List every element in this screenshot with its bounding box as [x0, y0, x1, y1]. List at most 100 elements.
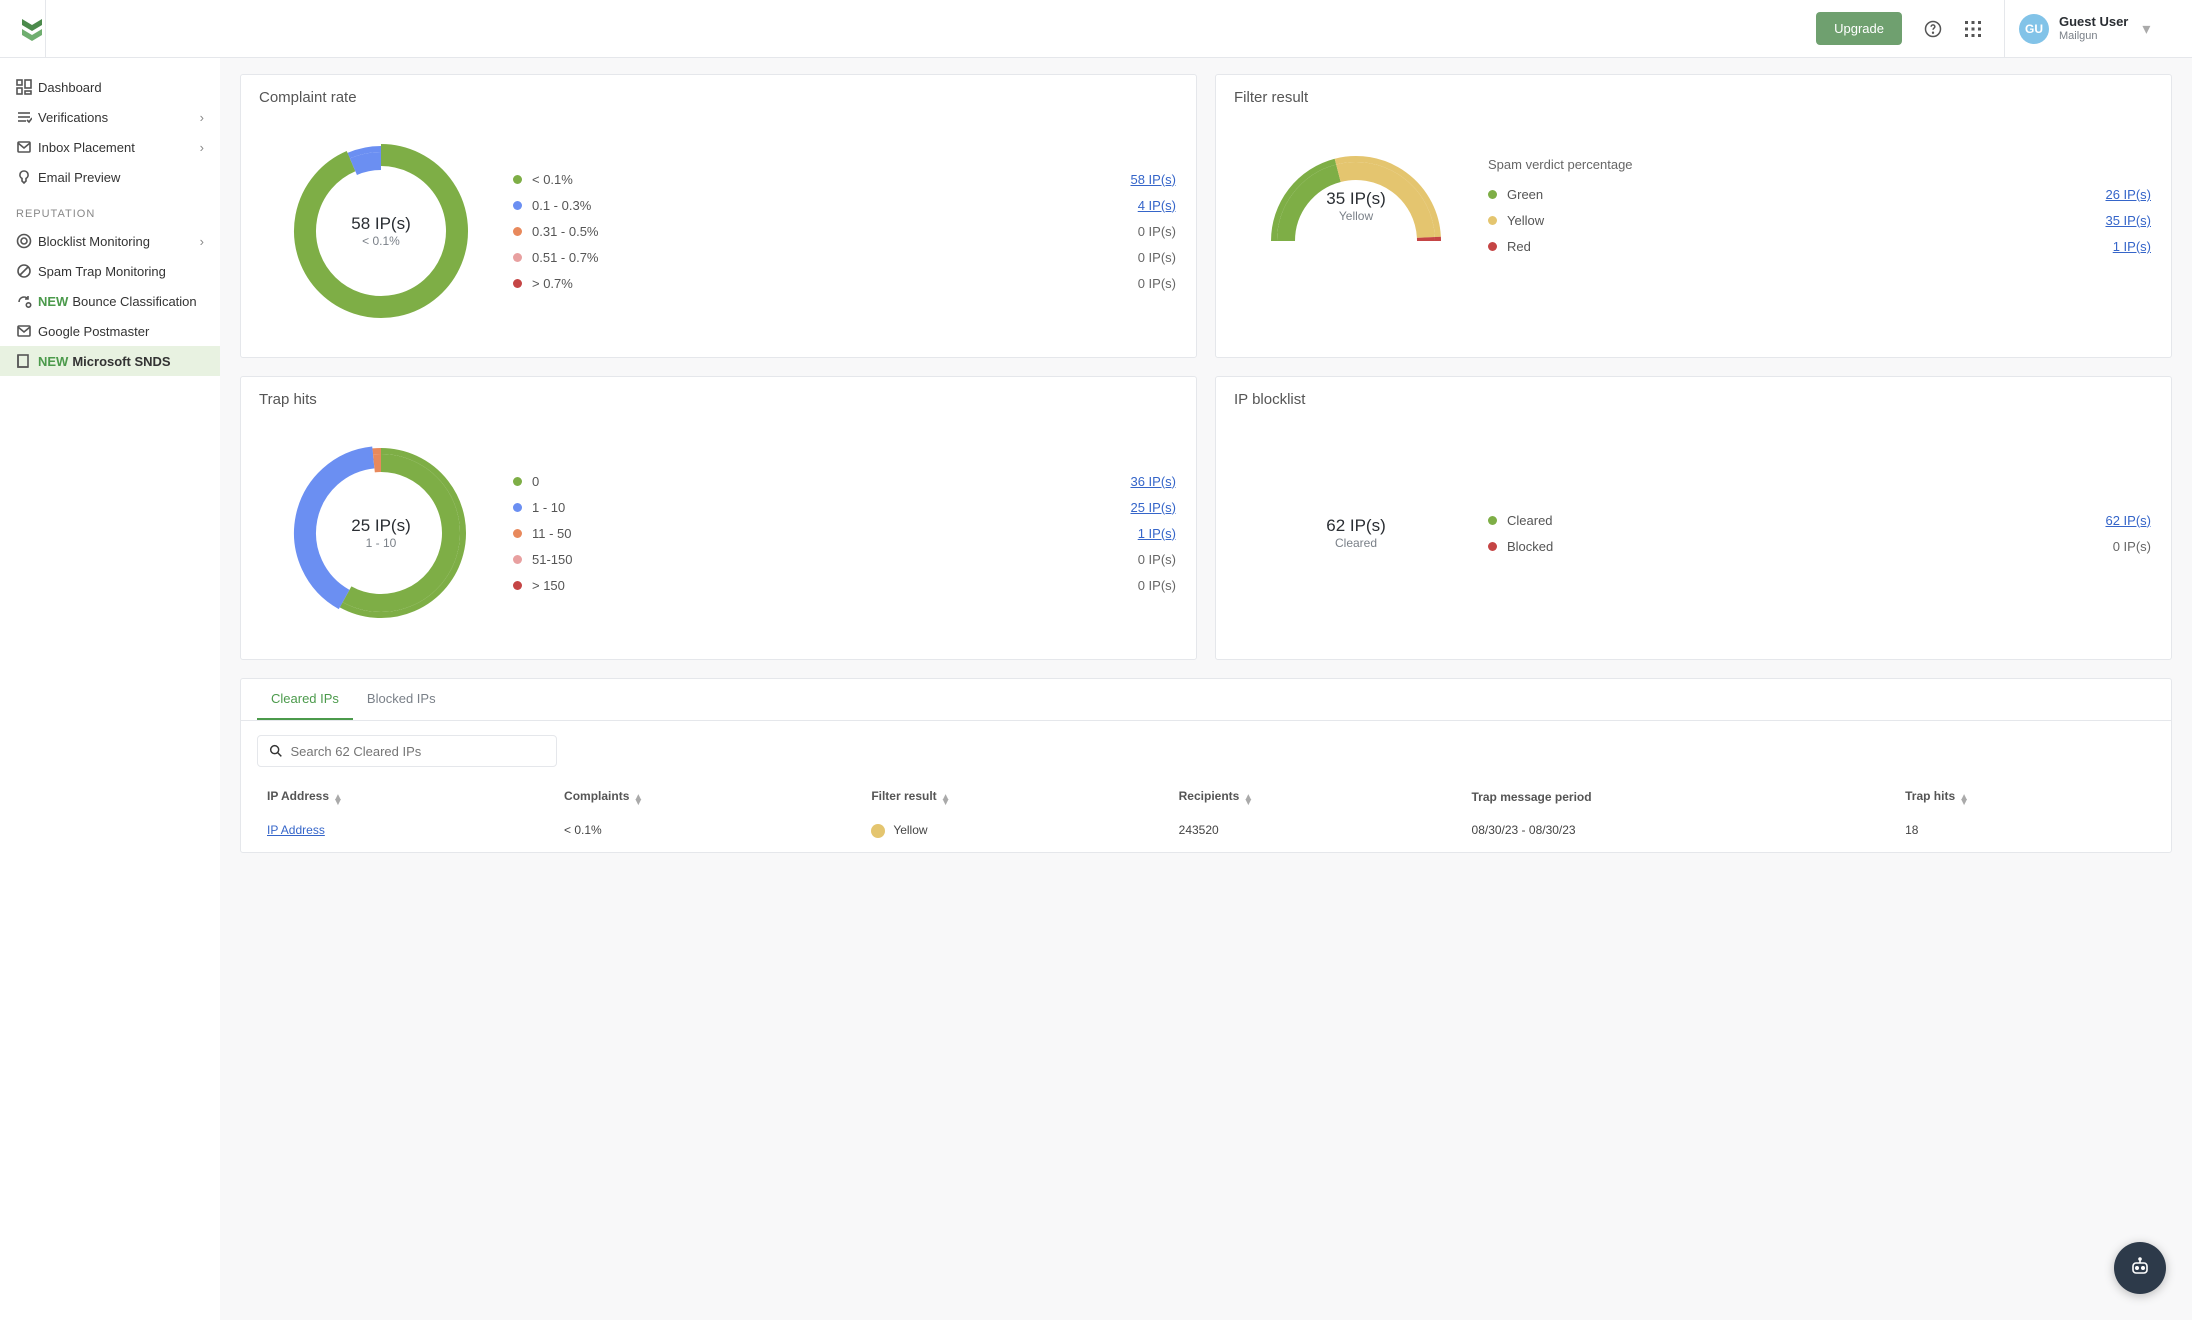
legend-value[interactable]: 1 IP(s): [1138, 526, 1176, 541]
chevron-right-icon: ›: [200, 234, 204, 249]
legend-label: > 150: [532, 578, 1138, 593]
user-account: Mailgun: [2059, 30, 2128, 43]
legend-value[interactable]: 58 IP(s): [1130, 172, 1176, 187]
search-input[interactable]: [257, 735, 557, 767]
user-name: Guest User: [2059, 14, 2128, 30]
chart-center: 58 IP(s)< 0.1%: [351, 214, 411, 248]
legend-row: 0.31 - 0.5%0 IP(s): [513, 218, 1176, 244]
sort-icon[interactable]: ▲▼: [1243, 795, 1253, 805]
mailgun-chevrons-icon: [20, 16, 44, 42]
sidebar-item-label: Dashboard: [38, 80, 102, 95]
legend-label: 0: [532, 474, 1130, 489]
sidebar-item-label: Google Postmaster: [38, 324, 149, 339]
legend-dot-icon: [1488, 242, 1497, 251]
sidebar-item-icon: [16, 139, 38, 155]
app-header: Upgrade GU Guest User Mailgun ▾: [0, 0, 2192, 58]
card-title: Complaint rate: [241, 75, 1196, 121]
brand-logo[interactable]: [0, 0, 46, 58]
card-complaint: Complaint rate58 IP(s)< 0.1%< 0.1%58 IP(…: [240, 74, 1197, 358]
legend-value: 0 IP(s): [1138, 224, 1176, 239]
legend-dot-icon: [513, 201, 522, 210]
new-badge: NEW: [38, 354, 68, 369]
legend-label: Cleared: [1507, 513, 2105, 528]
account-switcher[interactable]: GU Guest User Mailgun ▾: [2004, 0, 2174, 58]
legend-value[interactable]: 36 IP(s): [1130, 474, 1176, 489]
table-row[interactable]: IP Address< 0.1%Yellow24352008/30/23 - 0…: [257, 813, 2155, 848]
legend-label: 0.1 - 0.3%: [532, 198, 1138, 213]
legend-dot-icon: [1488, 216, 1497, 225]
sidebar-item-email-preview[interactable]: Email Preview: [0, 162, 220, 192]
col-complaints[interactable]: Complaints▲▼: [554, 781, 861, 813]
chart-center: 25 IP(s)1 - 10: [351, 516, 411, 550]
sort-icon[interactable]: ▲▼: [1959, 795, 1969, 805]
sidebar-item-label: Email Preview: [38, 170, 120, 185]
sort-icon[interactable]: ▲▼: [333, 795, 343, 805]
sort-icon[interactable]: ▲▼: [633, 795, 643, 805]
legend-label: Blocked: [1507, 539, 2113, 554]
upgrade-button[interactable]: Upgrade: [1816, 12, 1902, 45]
legend-dot-icon: [513, 555, 522, 564]
legend-label: 11 - 50: [532, 526, 1138, 541]
legend-value[interactable]: 35 IP(s): [2105, 213, 2151, 228]
legend-dot-icon: [513, 279, 522, 288]
sidebar-item-icon: [16, 79, 38, 95]
card-trap: Trap hits25 IP(s)1 - 10036 IP(s)1 - 1025…: [240, 376, 1197, 660]
sidebar-item-dashboard[interactable]: Dashboard: [0, 72, 220, 102]
sidebar-item-label: Verifications: [38, 110, 108, 125]
legend-value[interactable]: 25 IP(s): [1130, 500, 1176, 515]
sidebar-item-icon: [16, 169, 38, 185]
legend-row: Green26 IP(s): [1488, 182, 2151, 208]
ip-link[interactable]: IP Address: [267, 823, 325, 837]
support-chat-button[interactable]: [2114, 1242, 2166, 1294]
tab-cleared-ips[interactable]: Cleared IPs: [257, 679, 353, 720]
tab-blocked-ips[interactable]: Blocked IPs: [353, 679, 450, 720]
col-trap-hits[interactable]: Trap hits▲▼: [1895, 781, 2155, 813]
col-recipients[interactable]: Recipients▲▼: [1169, 781, 1462, 813]
sidebar-item-microsoft-snds[interactable]: NEWMicrosoft SNDS: [0, 346, 220, 376]
sidebar-item-blocklist-monitoring[interactable]: Blocklist Monitoring›: [0, 226, 220, 256]
legend-value[interactable]: 4 IP(s): [1138, 198, 1176, 213]
cell-trap-period: 08/30/23 - 08/30/23: [1462, 813, 1896, 848]
legend-value: 0 IP(s): [1138, 276, 1176, 291]
sidebar-item-icon: [16, 263, 38, 279]
legend-value[interactable]: 26 IP(s): [2105, 187, 2151, 202]
sidebar-item-verifications[interactable]: Verifications›: [0, 102, 220, 132]
sidebar-item-spam-trap-monitoring[interactable]: Spam Trap Monitoring: [0, 256, 220, 286]
col-filter[interactable]: Filter result▲▼: [861, 781, 1168, 813]
search-icon: [268, 743, 284, 759]
sort-icon[interactable]: ▲▼: [941, 795, 951, 805]
card-title: IP blocklist: [1216, 377, 2171, 423]
help-icon[interactable]: [1916, 12, 1950, 46]
legend-dot-icon: [513, 253, 522, 262]
legend-label: Yellow: [1507, 213, 2105, 228]
sidebar-item-label: Inbox Placement: [38, 140, 135, 155]
sidebar-item-icon: [16, 323, 38, 339]
legend-dot-icon: [1488, 516, 1497, 525]
sidebar-item-google-postmaster[interactable]: Google Postmaster: [0, 316, 220, 346]
sidebar-item-label: Spam Trap Monitoring: [38, 264, 166, 279]
card-filter: Filter result35 IP(s)YellowSpam verdict …: [1215, 74, 2172, 358]
robot-icon: [2128, 1256, 2152, 1280]
legend-label: > 0.7%: [532, 276, 1138, 291]
legend-dot-icon: [513, 477, 522, 486]
legend-dot-icon: [1488, 190, 1497, 199]
col-ip[interactable]: IP Address▲▼: [257, 781, 554, 813]
legend-label: Red: [1507, 239, 2113, 254]
legend: Cleared62 IP(s)Blocked0 IP(s): [1488, 507, 2151, 559]
legend-value[interactable]: 62 IP(s): [2105, 513, 2151, 528]
legend-row: Red1 IP(s): [1488, 234, 2151, 260]
legend-value[interactable]: 1 IP(s): [2113, 239, 2151, 254]
legend: Spam verdict percentageGreen26 IP(s)Yell…: [1488, 153, 2151, 260]
legend-value: 0 IP(s): [1138, 250, 1176, 265]
legend-title: Spam verdict percentage: [1488, 157, 2151, 172]
legend-label: Green: [1507, 187, 2105, 202]
col-trap-period: Trap message period: [1462, 781, 1896, 813]
sidebar-item-inbox-placement[interactable]: Inbox Placement›: [0, 132, 220, 162]
sidebar-item-bounce-classification[interactable]: NEWBounce Classification: [0, 286, 220, 316]
card-block: IP blocklist62 IP(s)ClearedCleared62 IP(…: [1215, 376, 2172, 660]
sidebar-group-header: REPUTATION: [0, 192, 220, 226]
apps-grid-icon[interactable]: [1956, 12, 1990, 46]
search-field[interactable]: [288, 743, 546, 760]
new-badge: NEW: [38, 294, 68, 309]
legend-label: 0.51 - 0.7%: [532, 250, 1138, 265]
